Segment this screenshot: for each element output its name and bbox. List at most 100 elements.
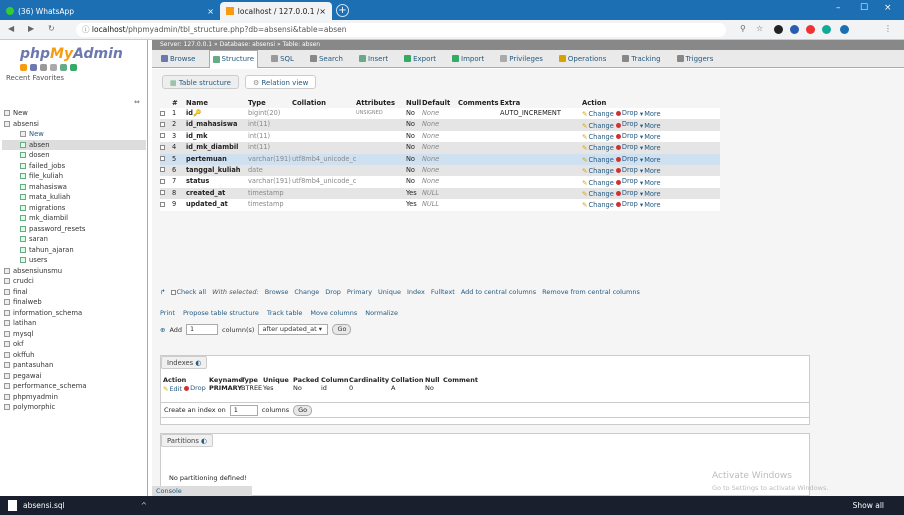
tab-phpmyadmin[interactable]: localhost / 127.0.0.1 / absensi / × bbox=[220, 2, 332, 20]
tree-item-new[interactable]: New bbox=[2, 108, 146, 119]
close-tab-icon[interactable]: × bbox=[319, 7, 326, 16]
tree-item-okffuh[interactable]: okffuh bbox=[2, 350, 146, 361]
tree-item-okf[interactable]: okf bbox=[2, 339, 146, 350]
close-window-button[interactable]: × bbox=[884, 3, 892, 13]
tree-item-polymorphic[interactable]: polymorphic bbox=[2, 402, 146, 413]
change-link[interactable]: ✎ Change bbox=[582, 155, 614, 165]
row-checkbox[interactable] bbox=[160, 119, 172, 130]
tree-item-finalweb[interactable]: finalweb bbox=[2, 297, 146, 308]
collapse-icon[interactable]: ⇔ bbox=[134, 98, 140, 106]
more-link[interactable]: ▾ More bbox=[640, 189, 661, 199]
go-button[interactable]: Go bbox=[293, 404, 313, 416]
drop-link[interactable]: Drop bbox=[615, 165, 638, 176]
change-link[interactable]: ✎ Change bbox=[582, 200, 614, 210]
tab-privileges[interactable]: Privileges bbox=[497, 50, 546, 68]
bulk-fulltext[interactable]: Fulltext bbox=[431, 288, 455, 296]
row-checkbox[interactable] bbox=[160, 154, 172, 165]
extension-icon[interactable] bbox=[774, 25, 783, 34]
change-link[interactable]: ✎ Change bbox=[582, 109, 614, 119]
tab-whatsapp[interactable]: (36) WhatsApp × bbox=[0, 2, 220, 20]
tree-item-information-schema[interactable]: information_schema bbox=[2, 308, 146, 319]
checkbox[interactable] bbox=[160, 190, 165, 196]
drop-link[interactable]: Drop bbox=[615, 108, 638, 119]
tree-item-dosen[interactable]: dosen bbox=[2, 150, 146, 161]
tree-item-pantasuhan[interactable]: pantasuhan bbox=[2, 360, 146, 371]
row-checkbox[interactable] bbox=[160, 188, 172, 199]
tree-item-password-resets[interactable]: password_resets bbox=[2, 224, 146, 235]
checkbox[interactable] bbox=[160, 121, 165, 127]
tree-item-crudci[interactable]: crudci bbox=[2, 276, 146, 287]
bulk-index[interactable]: Index bbox=[407, 288, 425, 296]
tree-item-tahun-ajaran[interactable]: tahun_ajaran bbox=[2, 245, 146, 256]
tree-item-final[interactable]: final bbox=[2, 287, 146, 298]
menu-icon[interactable]: ⋮ bbox=[884, 24, 892, 33]
docs-icon[interactable] bbox=[40, 64, 47, 71]
tree-item-failed-jobs[interactable]: failed_jobs bbox=[2, 161, 146, 172]
index-count-input[interactable]: 1 bbox=[229, 404, 258, 416]
more-link[interactable]: ▾ More bbox=[640, 132, 661, 142]
back-icon[interactable]: ◀ bbox=[8, 24, 14, 33]
extension-icon[interactable] bbox=[790, 25, 799, 34]
checkbox[interactable] bbox=[160, 167, 165, 173]
tree-item-saran[interactable]: saran bbox=[2, 234, 146, 245]
settings-icon[interactable] bbox=[60, 64, 67, 71]
console-toggle[interactable]: Console bbox=[152, 486, 252, 496]
close-tab-icon[interactable]: × bbox=[207, 7, 214, 16]
checkbox[interactable] bbox=[160, 144, 165, 150]
row-checkbox[interactable] bbox=[160, 199, 172, 210]
tree-item-mahasiswa[interactable]: mahasiswa bbox=[2, 182, 146, 193]
drop-link[interactable]: Drop bbox=[615, 119, 638, 130]
bulk-browse[interactable]: Browse bbox=[265, 288, 289, 296]
tree-item-file-kuliah[interactable]: file_kuliah bbox=[2, 171, 146, 182]
profile-avatar[interactable] bbox=[840, 25, 849, 34]
drop-link[interactable]: Drop bbox=[615, 199, 638, 210]
change-link[interactable]: ✎ Change bbox=[582, 121, 614, 131]
tree-item-latihan[interactable]: latihan bbox=[2, 318, 146, 329]
favorites-link[interactable]: Favorites bbox=[32, 74, 64, 82]
row-checkbox[interactable] bbox=[160, 108, 172, 119]
chevron-up-icon[interactable]: ^ bbox=[141, 501, 147, 510]
minimize-button[interactable]: – bbox=[836, 3, 841, 13]
tab-structure[interactable]: Structure bbox=[208, 49, 259, 68]
tab-triggers[interactable]: Triggers bbox=[674, 50, 717, 68]
change-link[interactable]: ✎ Change bbox=[582, 132, 614, 142]
tab-tracking[interactable]: Tracking bbox=[619, 50, 663, 68]
bulk-unique[interactable]: Unique bbox=[378, 288, 401, 296]
add-count-input[interactable]: 1 bbox=[186, 324, 219, 335]
add-position-select[interactable]: after updated_at ▾ bbox=[258, 324, 329, 335]
partitions-legend[interactable]: Partitions ◐ bbox=[161, 434, 213, 447]
row-checkbox[interactable] bbox=[160, 165, 172, 176]
phpmyadmin-logo[interactable]: phpMyAdmin bbox=[20, 46, 123, 62]
zoom-icon[interactable]: ⚲ bbox=[740, 24, 746, 33]
bulk-remove-from-central-columns[interactable]: Remove from central columns bbox=[542, 288, 640, 296]
tool-propose-table-structure[interactable]: Propose table structure bbox=[183, 309, 259, 317]
tab-browse[interactable]: Browse bbox=[158, 50, 199, 68]
checkbox[interactable] bbox=[160, 156, 165, 162]
bulk-primary[interactable]: Primary bbox=[347, 288, 372, 296]
drop-index-link[interactable]: Drop bbox=[184, 384, 206, 392]
maximize-button[interactable]: ☐ bbox=[860, 3, 868, 13]
more-link[interactable]: ▾ More bbox=[640, 178, 661, 188]
tree-item-mysql[interactable]: mysql bbox=[2, 329, 146, 340]
indexes-legend[interactable]: Indexes ◐ bbox=[161, 356, 208, 369]
more-link[interactable]: ▾ More bbox=[640, 109, 661, 119]
tree-item-absensiunsmu[interactable]: absensiunsmu bbox=[2, 266, 146, 277]
checkbox[interactable] bbox=[160, 133, 165, 139]
tab-table-structure[interactable]: ▦ Table structure bbox=[162, 75, 239, 89]
bulk-drop[interactable]: Drop bbox=[325, 288, 341, 296]
tree-item-absen[interactable]: absen bbox=[2, 139, 146, 150]
tool-print[interactable]: Print bbox=[160, 309, 175, 317]
logout-icon[interactable] bbox=[30, 64, 37, 71]
extension-icon[interactable] bbox=[806, 25, 815, 34]
drop-link[interactable]: Drop bbox=[615, 131, 638, 142]
show-all-button[interactable]: Show all bbox=[845, 498, 892, 513]
docs2-icon[interactable] bbox=[50, 64, 57, 71]
tree-item-mk-diambil[interactable]: mk_diambil bbox=[2, 213, 146, 224]
reload-nav-icon[interactable] bbox=[70, 64, 77, 71]
url-input[interactable]: ⓘ localhost/phpmyadmin/tbl_structure.php… bbox=[76, 23, 726, 37]
reload-icon[interactable]: ↻ bbox=[48, 24, 55, 33]
checkbox[interactable] bbox=[160, 201, 165, 207]
change-link[interactable]: ✎ Change bbox=[582, 178, 614, 188]
tree-item-absensi[interactable]: absensi bbox=[2, 119, 146, 130]
tab-export[interactable]: Export bbox=[401, 50, 439, 68]
